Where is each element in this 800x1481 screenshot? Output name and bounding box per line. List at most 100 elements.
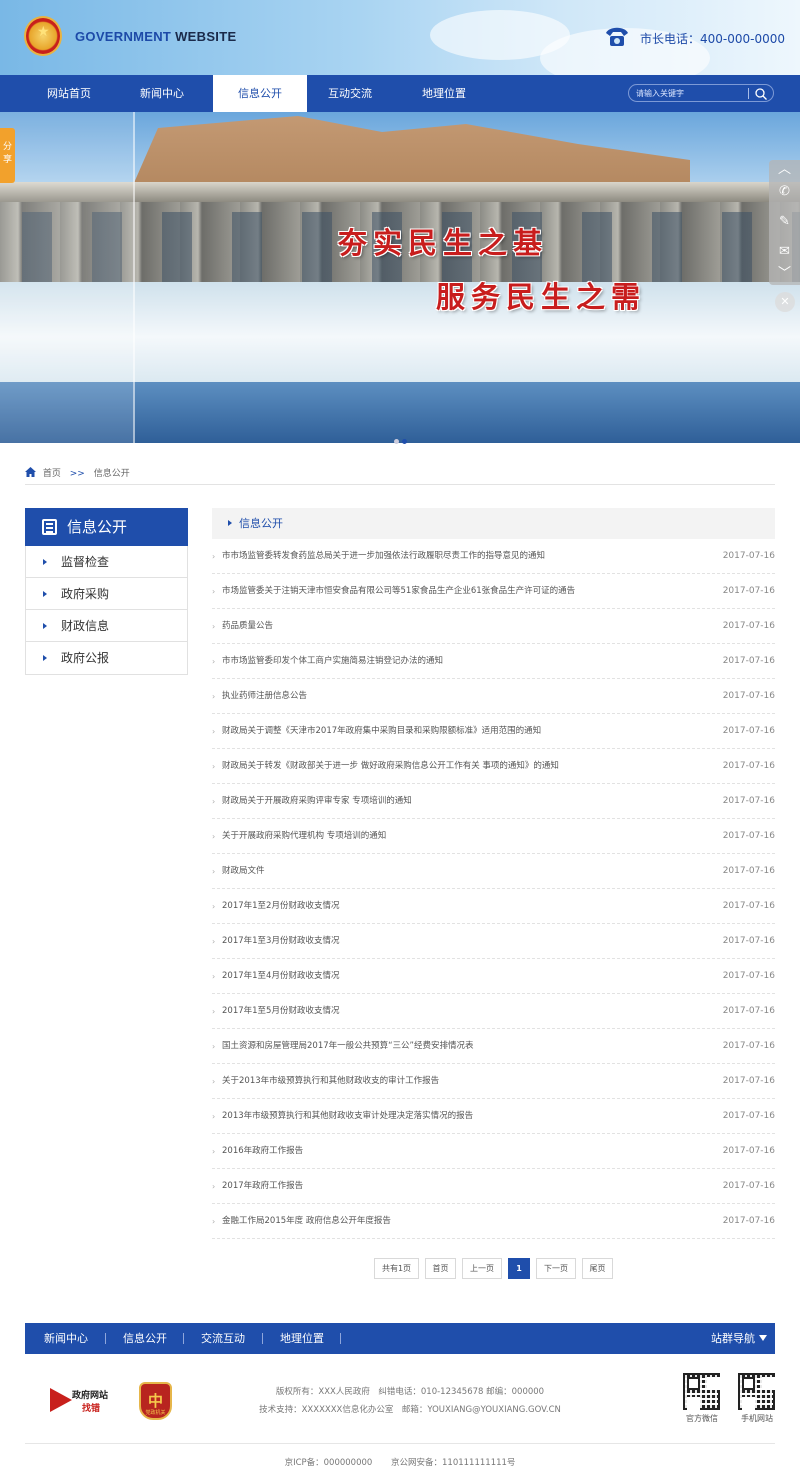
- chevron-down-icon[interactable]: ﹀: [777, 266, 792, 281]
- article-title-link[interactable]: 2016年政府工作报告: [222, 1134, 692, 1169]
- article-row[interactable]: › 2013年市级预算执行和其他财政收支审计处理决定落实情况的报告 2017-07-…: [212, 1099, 775, 1134]
- article-row[interactable]: › 执业药师注册信息公告 2017-07-16: [212, 679, 775, 714]
- banner-dot[interactable]: [394, 439, 399, 444]
- article-title-link[interactable]: 财政局关于开展政府采购评审专家 专项培训的通知: [222, 784, 692, 819]
- footer-link-location[interactable]: 地理位置: [280, 1323, 324, 1354]
- first-page-button[interactable]: 首页: [425, 1258, 456, 1279]
- share-tab[interactable]: 分享: [0, 128, 15, 183]
- mobile-site-qr-code: [738, 1373, 775, 1410]
- sidebar-item-supervision[interactable]: 监督检查: [26, 546, 187, 578]
- sidebar-item-procurement[interactable]: 政府采购: [26, 578, 187, 610]
- article-date: 2017-07-16: [722, 586, 775, 596]
- article-date: 2017-07-16: [722, 796, 775, 806]
- article-title-link[interactable]: 市市场监管委转发食药监总局关于进一步加强依法行政履职尽责工作的指导意见的通知: [222, 539, 692, 574]
- article-row[interactable]: › 财政局关于开展政府采购评审专家 专项培训的通知 2017-07-16: [212, 784, 775, 819]
- last-page-button[interactable]: 尾页: [582, 1258, 613, 1279]
- article-title-link[interactable]: 市市场监管委印发个体工商户实施简易注销登记办法的通知: [222, 644, 692, 679]
- banner-slogan-1: 夯实民生之基: [338, 226, 549, 260]
- site-title-suffix: WEBSITE: [175, 29, 237, 44]
- article-title-link[interactable]: 2017年1至3月份财政收支情况: [222, 924, 692, 959]
- national-emblem-logo[interactable]: [24, 16, 62, 56]
- caret-right-icon: [43, 559, 47, 565]
- article-row[interactable]: › 2017年1至3月份财政收支情况 2017-07-16: [212, 924, 775, 959]
- gov-website-error-report-logo[interactable]: 政府网站 找错: [50, 1386, 118, 1416]
- party-gov-organ-badge[interactable]: 中 党政机关: [139, 1382, 172, 1420]
- article-title-link[interactable]: 财政局关于调整《天津市2017年政府集中采购目录和采购限额标准》适用范围的通知: [222, 714, 692, 749]
- police-record-number[interactable]: 京公网安备：110111111111号: [391, 1458, 515, 1468]
- phone-icon[interactable]: ✆: [777, 184, 792, 199]
- article-row[interactable]: › 财政局关于转发《财政部关于进一步 做好政府采购信息公开工作有关 事项的通知》的…: [212, 749, 775, 784]
- divider: [25, 484, 775, 485]
- nav-item-home[interactable]: 网站首页: [22, 75, 116, 112]
- article-row[interactable]: › 2017年1至5月份财政收支情况 2017-07-16: [212, 994, 775, 1029]
- article-title-link[interactable]: 执业药师注册信息公告: [222, 679, 692, 714]
- current-page-button[interactable]: 1: [508, 1258, 530, 1279]
- article-row[interactable]: › 财政局文件 2017-07-16: [212, 854, 775, 889]
- footer-link-news[interactable]: 新闻中心: [44, 1323, 88, 1354]
- site-title-prefix: GOVERNMENT: [75, 29, 172, 44]
- search-icon[interactable]: [754, 87, 768, 101]
- article-row[interactable]: › 2017年1至4月份财政收支情况 2017-07-16: [212, 959, 775, 994]
- article-title-link[interactable]: 金融工作局2015年度 政府信息公开年度报告: [222, 1204, 692, 1239]
- close-icon[interactable]: ✕: [775, 292, 795, 312]
- article-row[interactable]: › 2017年1至2月份财政收支情况 2017-07-16: [212, 889, 775, 924]
- article-title-link[interactable]: 关于开展政府采购代理机构 专项培训的通知: [222, 819, 692, 854]
- prev-page-button[interactable]: 上一页: [462, 1258, 502, 1279]
- article-title-link[interactable]: 关于2013年市级预算执行和其他财政收支的审计工作报告: [222, 1064, 692, 1099]
- article-row[interactable]: › 国土资源和房屋管理局2017年一般公共预算“三公”经费安排情况表 2017-07…: [212, 1029, 775, 1064]
- banner-pagination-dots: [394, 429, 410, 448]
- next-page-button[interactable]: 下一页: [536, 1258, 576, 1279]
- article-date: 2017-07-16: [722, 691, 775, 701]
- article-title-link[interactable]: 财政局关于转发《财政部关于进一步 做好政府采购信息公开工作有关 事项的通知》的通…: [222, 749, 692, 784]
- chevron-up-icon[interactable]: ︿: [777, 162, 792, 177]
- article-title-link[interactable]: 2017年1至2月份财政收支情况: [222, 889, 692, 924]
- edit-icon[interactable]: ✎: [777, 214, 792, 229]
- site-title[interactable]: GOVERNMENT WEBSITE: [75, 29, 236, 44]
- article-row[interactable]: › 市市场监管委印发个体工商户实施简易注销登记办法的通知 2017-07-16: [212, 644, 775, 679]
- article-title-link[interactable]: 国土资源和房屋管理局2017年一般公共预算“三公”经费安排情况表: [222, 1029, 692, 1064]
- article-row[interactable]: › 2016年政府工作报告 2017-07-16: [212, 1134, 775, 1169]
- article-title-link[interactable]: 财政局文件: [222, 854, 692, 889]
- nav-item-info-disclosure[interactable]: 信息公开: [213, 75, 307, 112]
- site-group-nav-label: 站群导航: [711, 1332, 755, 1345]
- chevron-right-icon: ›: [212, 867, 216, 876]
- caret-down-icon: [759, 1335, 767, 1341]
- sidebar-title: 信息公开: [25, 508, 188, 546]
- article-row[interactable]: › 2017年政府工作报告 2017-07-16: [212, 1169, 775, 1204]
- nav-item-news[interactable]: 新闻中心: [115, 75, 209, 112]
- article-row[interactable]: › 金融工作局2015年度 政府信息公开年度报告 2017-07-16: [212, 1204, 775, 1239]
- article-title-link[interactable]: 2017年政府工作报告: [222, 1169, 692, 1204]
- nav-item-interaction[interactable]: 互动交流: [303, 75, 397, 112]
- copyright-text: 版权所有：XXX人民政府 纠错电话：010-12345678 邮编：000000: [275, 1387, 545, 1397]
- article-title-link[interactable]: 2017年1至5月份财政收支情况: [222, 994, 692, 1029]
- article-row[interactable]: › 市市场监管委转发食药监总局关于进一步加强依法行政履职尽责工作的指导意见的通知 2…: [212, 539, 775, 574]
- search-input[interactable]: [636, 87, 748, 100]
- footer-link-interaction[interactable]: 交流互动: [201, 1323, 245, 1354]
- home-icon: [25, 467, 36, 477]
- chevron-right-icon: ›: [212, 762, 216, 771]
- article-title-link[interactable]: 2013年市级预算执行和其他财政收支审计处理决定落实情况的报告: [222, 1099, 692, 1134]
- hero-banner[interactable]: 夯实民生之基 服务民生之需: [0, 112, 800, 443]
- article-row[interactable]: › 药品质量公告 2017-07-16: [212, 609, 775, 644]
- article-row[interactable]: › 关于2013年市级预算执行和其他财政收支的审计工作报告 2017-07-16: [212, 1064, 775, 1099]
- breadcrumb-home[interactable]: 首页: [43, 469, 61, 479]
- mail-icon[interactable]: ✉: [777, 244, 792, 259]
- icp-info: 京ICP备：000000000 京公网安备：110111111111号: [0, 1456, 800, 1468]
- article-title-link[interactable]: 2017年1至4月份财政收支情况: [222, 959, 692, 994]
- article-row[interactable]: › 关于开展政府采购代理机构 专项培训的通知 2017-07-16: [212, 819, 775, 854]
- breadcrumb-current[interactable]: 信息公开: [94, 469, 130, 479]
- chevron-right-icon: ›: [212, 657, 216, 666]
- article-title-link[interactable]: 市场监管委关于注销天津市恒安食品有限公司等51家食品生产企业61张食品生产许可证…: [222, 574, 692, 609]
- sidebar-item-label: 财政信息: [61, 619, 110, 633]
- icp-number[interactable]: 京ICP备：000000000: [285, 1458, 373, 1468]
- footer-link-info[interactable]: 信息公开: [123, 1323, 167, 1354]
- banner-dot-active[interactable]: [402, 439, 407, 444]
- article-row[interactable]: › 财政局关于调整《天津市2017年政府集中采购目录和采购限额标准》适用范围的通知…: [212, 714, 775, 749]
- article-row[interactable]: › 市场监管委关于注销天津市恒安食品有限公司等51家食品生产企业61张食品生产许可…: [212, 574, 775, 609]
- sidebar-item-finance[interactable]: 财政信息: [26, 610, 187, 642]
- page-total: 共有1页: [374, 1258, 419, 1279]
- nav-item-location[interactable]: 地理位置: [397, 75, 491, 112]
- article-title-link[interactable]: 药品质量公告: [222, 609, 692, 644]
- sidebar-item-gazette[interactable]: 政府公报: [26, 642, 187, 674]
- site-group-nav-dropdown[interactable]: 站群导航: [711, 1323, 767, 1354]
